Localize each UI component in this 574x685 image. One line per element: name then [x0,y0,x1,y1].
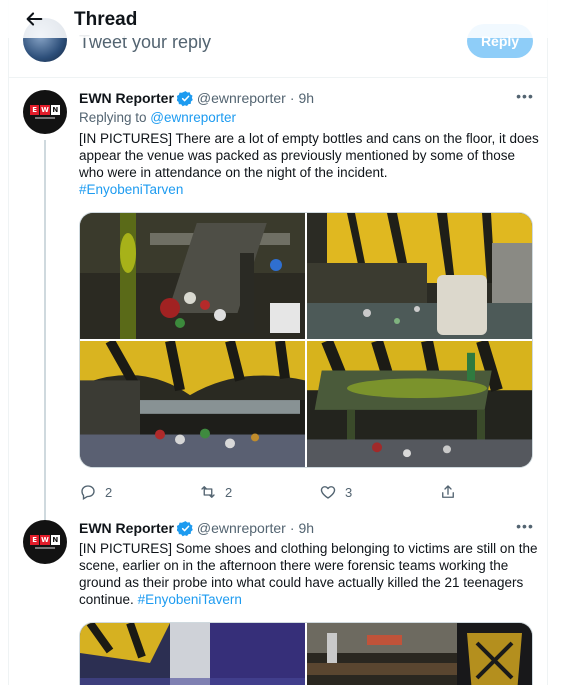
replying-to: Replying to @ewnreporter [79,110,237,125]
timeline-column: Tweet your reply Reply EWN EWN Reporter … [8,0,548,685]
reply-action[interactable]: 2 [79,482,199,502]
replying-to-link[interactable]: @ewnreporter [150,110,236,125]
like-icon [320,486,336,499]
back-arrow-icon[interactable] [22,8,46,30]
photo-striped-wall[interactable] [307,213,532,339]
hashtag-link[interactable]: #EnyobeniTavern [138,592,242,607]
retweet-action[interactable]: 2 [199,482,319,502]
hashtag-link[interactable]: #EnyobeniTarven [79,182,183,197]
page-title: Thread [74,9,138,30]
share-action[interactable] [439,482,479,502]
like-action[interactable]: 3 [319,482,439,502]
tweet-header: EWN Reporter @ewnreporter · 9h [79,90,315,106]
photo-green-bench[interactable] [307,341,532,467]
verified-badge-icon [176,90,193,106]
thread-connector [44,510,46,520]
verified-badge-icon [176,520,193,536]
author-name[interactable]: EWN Reporter [79,520,174,536]
tweet-text: [IN PICTURES] Some shoes and clothing be… [79,541,538,607]
thread-header: Thread [8,0,548,38]
more-icon[interactable]: ••• [515,519,535,540]
photo-tiled-floor[interactable] [80,623,305,685]
ewn-logo: EWN [30,105,60,115]
like-count: 3 [345,484,353,500]
reply-count: 2 [105,484,113,500]
tweet-text: [IN PICTURES] There are a lot of empty b… [79,131,539,197]
reply-icon [81,485,95,500]
thread-connector [44,140,46,510]
photo-bottles-bench[interactable] [80,213,305,339]
media-grid [79,622,533,685]
tweet-time[interactable]: 9h [299,520,315,536]
tweet[interactable]: EWN EWN Reporter @ewnreporter · 9h ••• R… [9,78,547,510]
ewn-logo: EWN [30,535,60,545]
media-grid [79,212,533,468]
tweet-time[interactable]: 9h [299,90,315,106]
author-name[interactable]: EWN Reporter [79,90,174,106]
more-icon[interactable]: ••• [515,89,535,110]
tweet-header: EWN Reporter @ewnreporter · 9h [79,520,315,536]
avatar[interactable]: EWN [23,520,67,564]
author-handle[interactable]: @ewnreporter [197,90,286,106]
share-icon [442,485,454,498]
retweet-count: 2 [225,484,233,500]
tweet-actions: 2 2 3 [79,482,479,502]
retweet-icon [201,486,215,498]
tweet[interactable]: EWN EWN Reporter @ewnreporter · 9h ••• [… [9,510,547,685]
author-handle[interactable]: @ewnreporter [197,520,286,536]
photo-cans-floor[interactable] [80,341,305,467]
photo-bar-counter[interactable] [307,623,532,685]
avatar[interactable]: EWN [23,90,67,134]
